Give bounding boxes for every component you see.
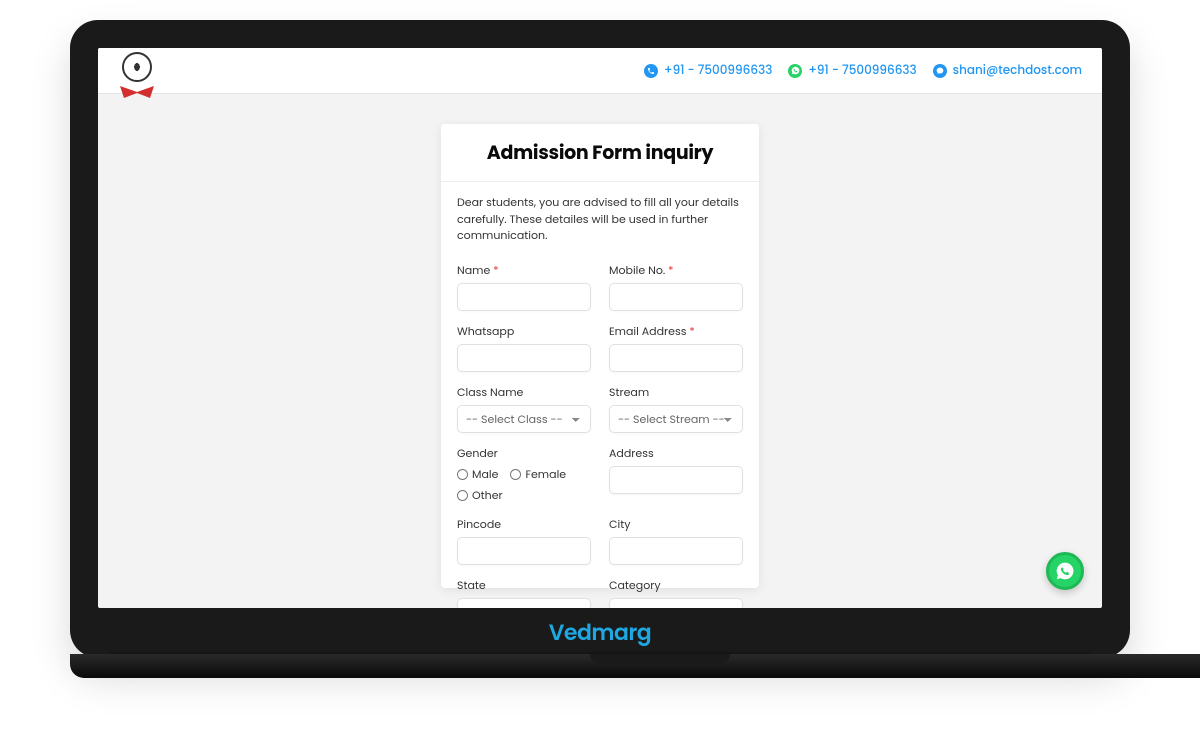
whatsapp-float-button[interactable]: [1046, 552, 1084, 590]
field-name: Name *: [457, 262, 591, 311]
gender-female[interactable]: Female: [510, 466, 566, 483]
contact-email[interactable]: shani@techdost.com: [933, 62, 1082, 80]
contact-phone[interactable]: +91 - 7500996633: [644, 62, 772, 80]
form-header: Admission Form inquiry: [441, 124, 759, 182]
field-city: City: [609, 516, 743, 565]
message-icon: [933, 64, 947, 78]
state-input[interactable]: [457, 598, 591, 609]
logo-circle-icon: [122, 52, 152, 82]
contact-email-text: shani@techdost.com: [953, 62, 1082, 80]
contact-row: +91 - 7500996633 +91 - 7500996633 shani@…: [644, 62, 1082, 80]
field-pincode: Pincode: [457, 516, 591, 565]
form-grid: Name * Mobile No. * Whatsapp: [457, 262, 743, 609]
email-label: Email Address *: [609, 323, 743, 340]
city-input[interactable]: [609, 537, 743, 565]
laptop-notch: [590, 654, 730, 664]
contact-phone-text: +91 - 7500996633: [664, 62, 772, 80]
admission-form-card: Admission Form inquiry Dear students, yo…: [441, 124, 759, 588]
app-screen: +91 - 7500996633 +91 - 7500996633 shani@…: [98, 48, 1102, 608]
whatsapp-label: Whatsapp: [457, 323, 591, 340]
form-description: Dear students, you are advised to fill a…: [457, 194, 743, 244]
contact-whatsapp[interactable]: +91 - 7500996633: [788, 62, 916, 80]
class-select[interactable]: -- Select Class --: [457, 405, 591, 433]
field-category: Category Select Category: [609, 577, 743, 609]
email-input[interactable]: [609, 344, 743, 372]
school-logo[interactable]: [118, 52, 156, 90]
contact-whatsapp-text: +91 - 7500996633: [808, 62, 916, 80]
pincode-label: Pincode: [457, 516, 591, 533]
pincode-input[interactable]: [457, 537, 591, 565]
brand-logo: Vedmarg: [549, 616, 651, 649]
field-address: Address: [609, 445, 743, 504]
field-mobile: Mobile No. *: [609, 262, 743, 311]
mobile-label: Mobile No. *: [609, 262, 743, 279]
category-label: Category: [609, 577, 743, 594]
stream-label: Stream: [609, 384, 743, 401]
field-whatsapp: Whatsapp: [457, 323, 591, 372]
whatsapp-input[interactable]: [457, 344, 591, 372]
name-input[interactable]: [457, 283, 591, 311]
address-input[interactable]: [609, 466, 743, 494]
category-select[interactable]: Select Category: [609, 598, 743, 609]
logo-ribbon-icon: [118, 80, 156, 92]
laptop-mockup: +91 - 7500996633 +91 - 7500996633 shani@…: [70, 20, 1130, 678]
laptop-screen-frame: +91 - 7500996633 +91 - 7500996633 shani@…: [70, 20, 1130, 658]
form-title: Admission Form inquiry: [451, 138, 749, 167]
field-gender: Gender Male Female Other: [457, 445, 591, 504]
phone-icon: [644, 64, 658, 78]
gender-label: Gender: [457, 445, 591, 462]
mobile-input[interactable]: [609, 283, 743, 311]
header-bar: +91 - 7500996633 +91 - 7500996633 shani@…: [98, 48, 1102, 94]
gender-radios: Male Female Other: [457, 466, 591, 504]
laptop-chin: Vedmarg: [98, 608, 1102, 658]
state-label: State: [457, 577, 591, 594]
class-label: Class Name: [457, 384, 591, 401]
field-email: Email Address *: [609, 323, 743, 372]
city-label: City: [609, 516, 743, 533]
stream-select[interactable]: -- Select Stream --: [609, 405, 743, 433]
gender-other[interactable]: Other: [457, 487, 503, 504]
laptop-base: [70, 654, 1200, 678]
whatsapp-float-icon: [1055, 561, 1075, 581]
field-class: Class Name -- Select Class --: [457, 384, 591, 433]
app-body: Admission Form inquiry Dear students, yo…: [98, 94, 1102, 608]
field-state: State: [457, 577, 591, 609]
address-label: Address: [609, 445, 743, 462]
field-stream: Stream -- Select Stream --: [609, 384, 743, 433]
name-label: Name *: [457, 262, 591, 279]
gender-male[interactable]: Male: [457, 466, 498, 483]
whatsapp-icon: [788, 64, 802, 78]
